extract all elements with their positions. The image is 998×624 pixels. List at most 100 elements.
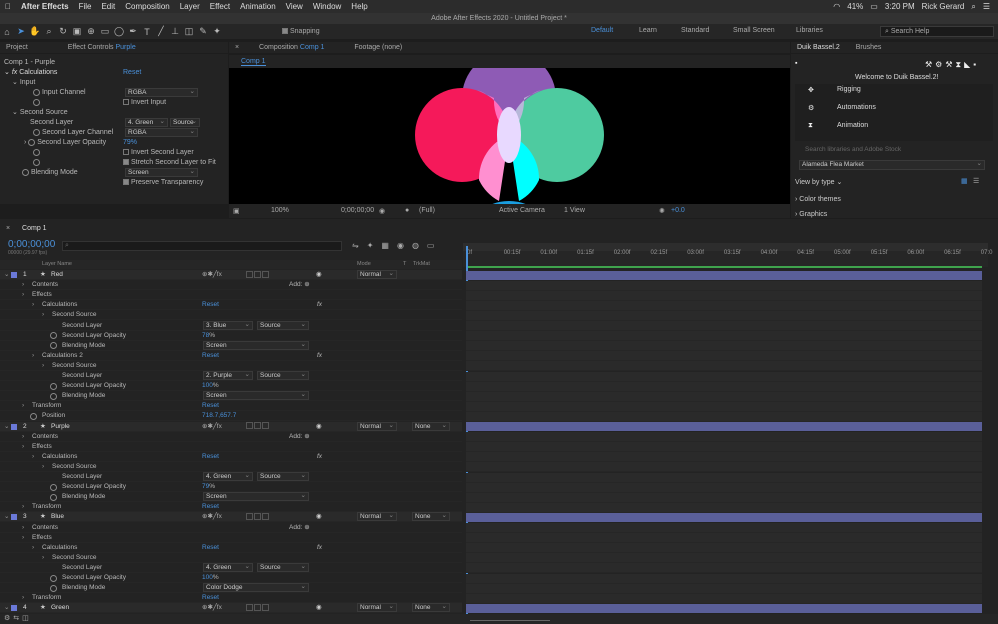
twirl-icon[interactable]: ⌄	[4, 603, 9, 613]
timeline-property-row[interactable]: Blending Mode Color Dodge	[0, 583, 462, 594]
stopwatch-icon[interactable]	[30, 413, 37, 421]
stopwatch-icon[interactable]	[33, 88, 40, 96]
property-source-select[interactable]: Source	[257, 320, 309, 330]
pen-tool-icon[interactable]: ✒	[126, 25, 140, 38]
twirl-icon[interactable]: ›	[22, 280, 24, 290]
timeline-property-row[interactable]: › Transform Reset	[0, 401, 462, 412]
puppet-tool-icon[interactable]: ✦	[210, 25, 224, 38]
visibility-eye-icon[interactable]: ◉	[316, 603, 322, 613]
layer-duration-bar[interactable]	[466, 422, 982, 431]
menu-layer[interactable]: Layer	[175, 2, 205, 11]
timeline-property-row[interactable]: › Calculations Reset fx	[0, 543, 462, 553]
timeline-property-row[interactable]: › Transform Reset	[0, 502, 462, 513]
resolution-select[interactable]: (Full)	[419, 207, 435, 214]
property-value[interactable]: Reset	[202, 543, 219, 553]
second-layer-channel-select[interactable]: RGBA	[125, 128, 198, 137]
type-tool-icon[interactable]: T	[140, 25, 154, 38]
twirl-icon[interactable]: ›	[22, 502, 24, 512]
stopwatch-icon[interactable]	[50, 382, 57, 390]
duik-rigging[interactable]: ✥ Rigging	[808, 86, 861, 94]
property-value[interactable]: 79%	[202, 482, 215, 492]
exposure-icon[interactable]: ✺	[659, 207, 665, 215]
timeline-property-row[interactable]: Position 718.7,657.7	[0, 411, 462, 422]
menu-animation[interactable]: Animation	[235, 2, 281, 11]
stopwatch-icon[interactable]	[33, 158, 40, 166]
property-value[interactable]: Reset	[202, 401, 219, 411]
timeline-property-row[interactable]: › Transform Reset	[0, 593, 462, 604]
rectangle-tool-icon[interactable]: ▭	[98, 25, 112, 38]
layer-mode-select[interactable]: Normal	[357, 603, 397, 613]
input-channel-select[interactable]: RGBA	[125, 88, 198, 97]
layer-name[interactable]: Purple	[51, 422, 70, 432]
timeline-property-row[interactable]: › Calculations Reset fx	[0, 300, 462, 311]
layer-switches-icon[interactable]: ⊕✱╱fx	[202, 512, 222, 522]
view-by-select[interactable]: View by type ⌄	[795, 178, 842, 186]
property-select[interactable]: 4. Green	[203, 562, 253, 572]
timeline-property-row[interactable]: › Second Source	[0, 553, 462, 563]
tab-footage[interactable]: Footage (none)	[326, 44, 402, 51]
clock[interactable]: 3:20 PM	[885, 2, 915, 11]
timeline-timecode[interactable]: 0;00;00;00	[8, 239, 55, 250]
timeline-property-row[interactable]: › Effects	[0, 533, 462, 543]
zoom-slider[interactable]	[470, 615, 550, 621]
timeline-close-icon[interactable]: ×	[0, 225, 10, 232]
add-menu[interactable]: Add: ⊕	[289, 432, 310, 442]
layer-mode-select[interactable]: Normal	[357, 421, 397, 431]
timeline-switch-icons[interactable]: ⇋✦▦◉◍▭	[352, 241, 442, 250]
trkmat-select[interactable]: None	[412, 603, 450, 613]
visibility-eye-icon[interactable]: ◉	[316, 512, 322, 522]
label-color-swatch[interactable]	[11, 423, 17, 430]
timeline-layer-row[interactable]: ⌄ 4 ★ Green ⊕✱╱fx ◉ Normal None	[0, 603, 462, 614]
add-menu[interactable]: Add: ⊕	[289, 280, 310, 290]
duik-tool-icons[interactable]: ⚒⚙⚒⧗◣▪	[925, 60, 979, 70]
second-layer-select[interactable]: 4. Green	[125, 118, 168, 127]
timeline-property-row[interactable]: › Contents Add: ⊕	[0, 523, 462, 533]
col-t[interactable]: T	[403, 260, 406, 269]
layer-name[interactable]: Blue	[51, 512, 64, 522]
label-color-swatch[interactable]	[11, 514, 17, 521]
fx-icon[interactable]: fx	[317, 452, 322, 462]
tab-effect-controls[interactable]: Effect Controls Purple	[30, 44, 136, 51]
timeline-property-row[interactable]: › Contents Add: ⊕	[0, 280, 462, 291]
library-select[interactable]: Alameda Flea Market	[799, 160, 985, 170]
layer-switches-icon[interactable]: ⊕✱╱fx	[202, 270, 222, 280]
property-value[interactable]: 100%	[202, 573, 219, 583]
blending-mode-select[interactable]: Screen	[203, 391, 309, 401]
menu-window[interactable]: Window	[308, 2, 346, 11]
twirl-icon[interactable]: ›	[42, 553, 44, 563]
pan-behind-tool-icon[interactable]: ⊕	[84, 25, 98, 38]
timeline-property-row[interactable]: Second Layer 2. Purple Source	[0, 371, 462, 381]
layer-switches-icon[interactable]: ⊕✱╱fx	[202, 603, 222, 613]
rotate-tool-icon[interactable]: ↻	[56, 25, 70, 38]
stopwatch-icon[interactable]	[50, 574, 57, 582]
view-layout-select[interactable]: 1 View	[564, 207, 585, 214]
trkmat-select[interactable]: None	[412, 421, 450, 431]
color-icon[interactable]: ●	[405, 207, 409, 214]
twirl-icon[interactable]: ›	[32, 351, 34, 361]
search-help-input[interactable]: ⌕ Search Help	[880, 26, 994, 37]
layer-duration-bar[interactable]	[466, 603, 982, 613]
fx-icon[interactable]: fx	[317, 543, 322, 553]
workspace-standard[interactable]: Standard	[681, 27, 709, 34]
timeline-property-row[interactable]: Blending Mode Screen	[0, 340, 462, 351]
timeline-property-row[interactable]: › Calculations 2 Reset fx	[0, 351, 462, 361]
blending-mode-select[interactable]: Screen	[125, 168, 198, 177]
twirl-icon[interactable]: ›	[22, 523, 24, 533]
menu-effect[interactable]: Effect	[205, 2, 235, 11]
timeline-property-row[interactable]: Second Layer 4. Green Source	[0, 562, 462, 573]
layer-duration-bar[interactable]	[466, 512, 982, 522]
twirl-icon[interactable]: ›	[22, 533, 24, 543]
property-source-select[interactable]: Source	[257, 562, 309, 572]
layer-name[interactable]: Green	[51, 603, 69, 613]
workspace-libraries[interactable]: Libraries	[796, 27, 823, 34]
timeline-property-row[interactable]: › Second Source	[0, 361, 462, 371]
label-color-swatch[interactable]	[11, 605, 17, 612]
search-icon[interactable]: ⌕	[971, 2, 975, 12]
property-value[interactable]: 718.7,657.7	[202, 411, 236, 421]
roto-brush-tool-icon[interactable]: ✎	[196, 25, 210, 38]
property-value[interactable]: Reset	[202, 502, 219, 512]
timeline-property-row[interactable]: Second Layer Opacity 78%	[0, 331, 462, 341]
workspace-small-screen[interactable]: Small Screen	[733, 27, 775, 34]
property-value[interactable]: 100%	[202, 381, 219, 391]
color-themes-section[interactable]: › Color themes	[795, 196, 841, 203]
